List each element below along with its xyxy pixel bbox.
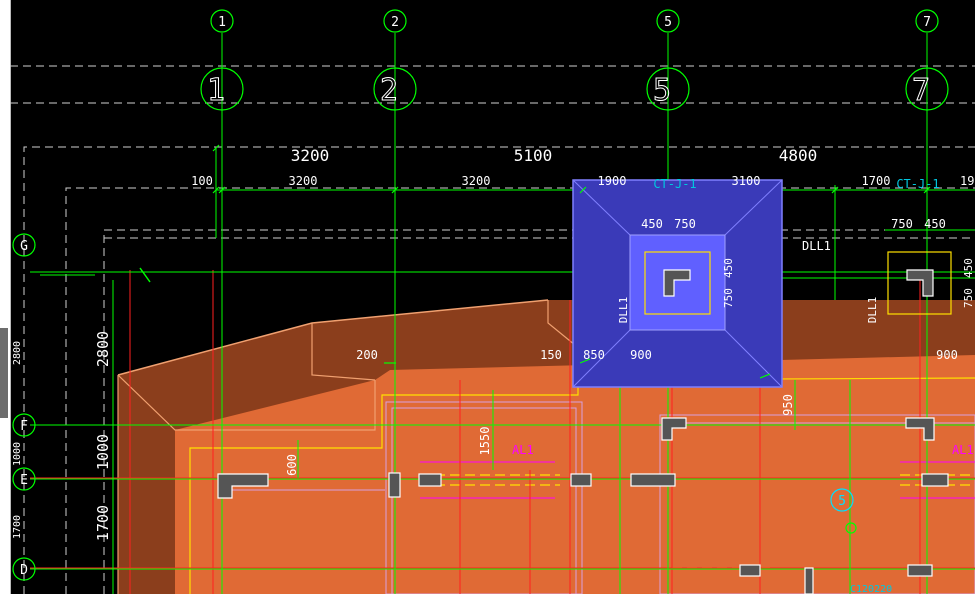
misc-900a: 900 xyxy=(630,348,652,362)
misc-1550: 1550 xyxy=(478,427,492,456)
axis-top-2-large: 2 xyxy=(380,73,398,108)
small-tag: C120220 xyxy=(850,584,892,594)
al1-label-b: AL1 xyxy=(952,443,974,457)
sub-3200a: 3200 xyxy=(289,174,318,188)
sub-1700: 1700 xyxy=(862,174,891,188)
misc-950: 950 xyxy=(781,394,795,416)
beam-dll1-b: DLL1 xyxy=(617,297,630,324)
misc-150: 150 xyxy=(540,348,562,362)
axis-top-7-large: 7 xyxy=(912,73,930,108)
span-3200: 3200 xyxy=(291,146,330,165)
sub-1900: 1900 xyxy=(598,174,627,188)
sub-100: 100 xyxy=(191,174,213,188)
axis-top-5-small: 5 xyxy=(664,15,672,30)
misc-600: 600 xyxy=(285,454,299,476)
cap-750-b: 750 xyxy=(891,217,913,231)
al1-label-a: AL1 xyxy=(512,443,534,457)
axis-5-marker: 5 xyxy=(838,494,846,509)
vert-2800: 2800 xyxy=(94,331,112,367)
cap-450-a: 450 xyxy=(641,217,663,231)
vert-small-1700: 1700 xyxy=(12,515,23,539)
axis-top-2-small: 2 xyxy=(391,15,399,30)
cap-450-c: 450 xyxy=(722,258,735,278)
sub-3100: 3100 xyxy=(732,174,761,188)
sub-3200b: 3200 xyxy=(462,174,491,188)
vert-1700: 1700 xyxy=(94,505,112,541)
axis-top-5-large: 5 xyxy=(653,73,671,108)
vert-small-1000: 1000 xyxy=(12,442,23,466)
span-5100: 5100 xyxy=(514,146,553,165)
misc-200: 200 xyxy=(356,348,378,362)
axis-top-7-small: 7 xyxy=(923,15,931,30)
cap-label-2: CT-J-1 xyxy=(896,177,939,191)
vert-small-2800: 2800 xyxy=(12,341,23,365)
axis-left-G: G xyxy=(20,239,28,254)
misc-850: 850 xyxy=(583,348,605,362)
axis-left-D: D xyxy=(20,563,28,578)
axis-left-E: E xyxy=(20,473,28,488)
cap-750-c: 750 xyxy=(722,288,735,308)
cap-750-a: 750 xyxy=(674,217,696,231)
cap-750-d: 750 xyxy=(962,288,975,308)
vert-1000: 1000 xyxy=(94,434,112,470)
axis-left-F: F xyxy=(20,419,28,434)
cap-450-d: 450 xyxy=(962,258,975,278)
cap-450-b: 450 xyxy=(924,217,946,231)
span-4800: 4800 xyxy=(779,146,818,165)
drawing-canvas[interactable]: 1 2 5 7 1 2 5 7 G F E D 3200 5100 4800 1… xyxy=(0,0,975,594)
beam-dll1-a: DLL1 xyxy=(802,239,831,253)
beam-dll1-c: DLL1 xyxy=(866,297,879,324)
cad-viewport[interactable]: 1 2 5 7 1 2 5 7 G F E D 3200 5100 4800 1… xyxy=(0,0,975,594)
cap-label-1: CT-J-1 xyxy=(653,177,696,191)
axis-top-1-large: 1 xyxy=(207,73,225,108)
foundation-slab xyxy=(117,299,975,594)
misc-900b: 900 xyxy=(936,348,958,362)
axis-top-1-small: 1 xyxy=(218,15,226,30)
sub-190: 190 xyxy=(960,174,975,188)
